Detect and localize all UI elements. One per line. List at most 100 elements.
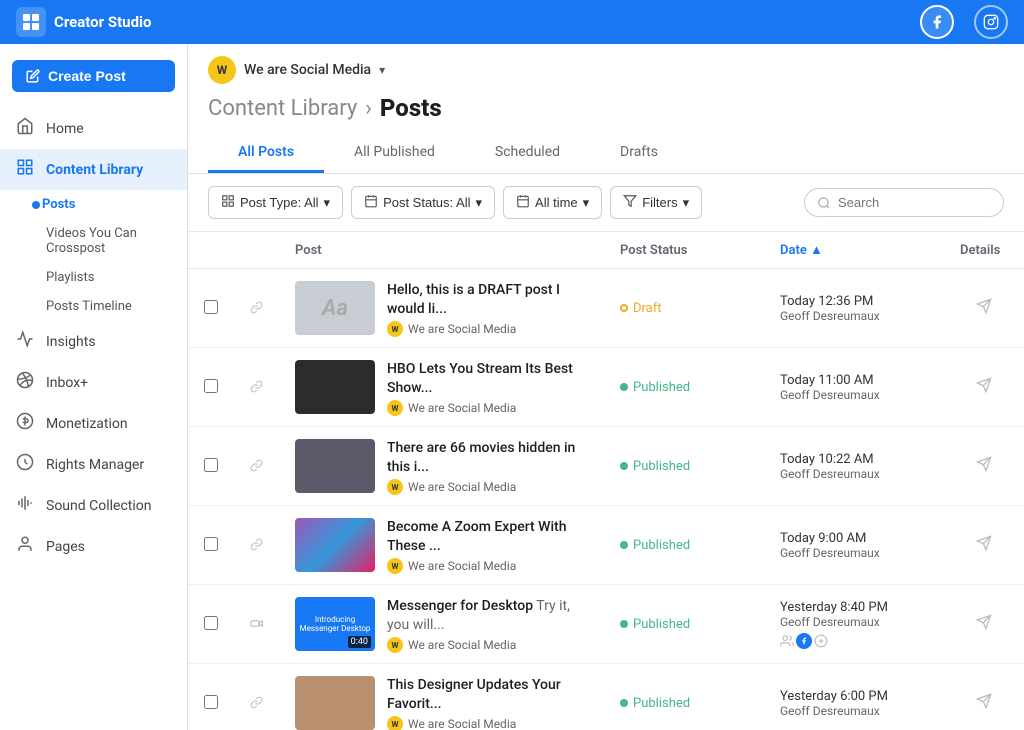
- post-date: Today 10:22 AM: [780, 452, 928, 467]
- sidebar-item-rights-manager[interactable]: Rights Manager: [0, 444, 187, 485]
- post-thumbnail: [295, 518, 375, 572]
- table-row: There are 66 movies hidden in this i... …: [188, 427, 1024, 506]
- toolbar: Post Type: All ▾ Post Status: All ▾: [188, 174, 1024, 232]
- checkbox-input[interactable]: [204, 616, 218, 630]
- account-dropdown-icon[interactable]: ▾: [379, 63, 385, 77]
- date-cell: Yesterday 6:00 PM Geoff Desreumaux: [764, 664, 944, 730]
- tab-scheduled[interactable]: Scheduled: [465, 134, 590, 173]
- post-author: Geoff Desreumaux: [780, 388, 928, 402]
- post-cell: IntroducingMessenger Desktop 0:40 Messen…: [279, 585, 604, 664]
- rights-manager-icon: [14, 453, 36, 476]
- send-icon: [976, 693, 992, 709]
- tab-drafts[interactable]: Drafts: [590, 134, 688, 173]
- row-checkbox[interactable]: [188, 348, 234, 427]
- details-cell[interactable]: [944, 585, 1024, 664]
- sidebar-sub-item-videos-crosspost[interactable]: Videos You Can Crosspost: [0, 219, 187, 263]
- row-checkbox[interactable]: [188, 506, 234, 585]
- search-input[interactable]: [838, 195, 988, 210]
- sidebar-sub-item-playlists[interactable]: Playlists: [0, 263, 187, 292]
- tab-drafts-label: Drafts: [620, 144, 658, 160]
- post-account: W We are Social Media: [387, 479, 588, 495]
- post-type-chevron: ▾: [324, 195, 331, 211]
- facebook-tab[interactable]: [920, 5, 954, 39]
- sidebar-item-content-library[interactable]: Content Library: [0, 149, 187, 190]
- row-checkbox[interactable]: [188, 427, 234, 506]
- table-row: Become A Zoom Expert With These ... W We…: [188, 506, 1024, 585]
- sub-item-posts-label: Posts: [42, 197, 75, 212]
- posts-table: Post Post Status Date ▲ Details Aa Hello…: [188, 232, 1024, 730]
- row-type-icon: [234, 664, 279, 730]
- post-info: HBO Lets You Stream Its Best Show... W W…: [387, 358, 588, 416]
- row-checkbox[interactable]: [188, 585, 234, 664]
- sidebar-sub-item-posts-timeline[interactable]: Posts Timeline: [0, 292, 187, 321]
- post-title: Become A Zoom Expert With These ...: [387, 516, 588, 554]
- row-type-icon: [234, 269, 279, 348]
- top-navigation: Creator Studio: [0, 0, 1024, 44]
- checkbox-input[interactable]: [204, 300, 218, 314]
- post-thumbnail: [295, 676, 375, 730]
- post-account: W We are Social Media: [387, 637, 588, 653]
- sidebar-item-monetization-label: Monetization: [46, 416, 128, 432]
- post-account: W We are Social Media: [387, 558, 588, 574]
- all-time-chevron: ▾: [583, 195, 590, 211]
- post-account-avatar: W: [387, 321, 403, 337]
- row-type-icon: [234, 585, 279, 664]
- breadcrumb: Content Library › Posts: [208, 94, 1004, 122]
- tab-all-posts[interactable]: All Posts: [208, 134, 324, 173]
- post-author: Geoff Desreumaux: [780, 309, 928, 323]
- brand-name: Creator Studio: [54, 13, 151, 31]
- row-checkbox[interactable]: [188, 664, 234, 730]
- sidebar-item-pages[interactable]: Pages: [0, 526, 187, 567]
- date-cell: Today 12:36 PM Geoff Desreumaux: [764, 269, 944, 348]
- post-account: W We are Social Media: [387, 321, 588, 337]
- post-status-filter[interactable]: Post Status: All ▾: [351, 186, 495, 219]
- sidebar-item-insights[interactable]: Insights: [0, 321, 187, 362]
- sound-collection-icon: [14, 494, 36, 517]
- post-thumbnail: Aa: [295, 281, 375, 335]
- search-icon: [817, 196, 831, 210]
- post-type-filter[interactable]: Post Type: All ▾: [208, 186, 343, 219]
- post-account-avatar: W: [387, 716, 403, 730]
- checkbox-input[interactable]: [204, 537, 218, 551]
- post-cell: There are 66 movies hidden in this i... …: [279, 427, 604, 506]
- account-selector[interactable]: W We are Social Media ▾: [208, 56, 1004, 84]
- post-status-chevron: ▾: [476, 195, 483, 211]
- post-account-name: We are Social Media: [408, 638, 516, 652]
- sidebar-sub-item-posts[interactable]: Posts: [0, 190, 187, 219]
- post-author: Geoff Desreumaux: [780, 704, 928, 718]
- post-thumbnail: [295, 360, 375, 414]
- extra-icons: [780, 633, 928, 649]
- all-time-filter[interactable]: All time ▾: [503, 186, 602, 219]
- details-cell[interactable]: [944, 269, 1024, 348]
- details-cell[interactable]: [944, 506, 1024, 585]
- checkbox-input[interactable]: [204, 695, 218, 709]
- search-box[interactable]: [804, 188, 1004, 217]
- sidebar-item-monetization[interactable]: Monetization: [0, 403, 187, 444]
- instagram-tab[interactable]: [974, 5, 1008, 39]
- create-post-button[interactable]: Create Post: [12, 60, 175, 92]
- checkbox-input[interactable]: [204, 458, 218, 472]
- post-author: Geoff Desreumaux: [780, 546, 928, 560]
- table-row: This Designer Updates Your Favorit... W …: [188, 664, 1024, 730]
- post-info: Become A Zoom Expert With These ... W We…: [387, 516, 588, 574]
- post-date: Today 12:36 PM: [780, 294, 928, 309]
- details-cell[interactable]: [944, 664, 1024, 730]
- filters-chevron: ▾: [683, 195, 690, 211]
- col-date[interactable]: Date ▲: [764, 232, 944, 269]
- sidebar-item-inbox[interactable]: Inbox+: [0, 362, 187, 403]
- col-post: Post: [279, 232, 604, 269]
- details-cell[interactable]: [944, 348, 1024, 427]
- tab-all-published[interactable]: All Published: [324, 134, 465, 173]
- filters-button[interactable]: Filters ▾: [610, 186, 702, 219]
- inbox-icon: [14, 371, 36, 394]
- send-icon: [976, 535, 992, 551]
- row-checkbox[interactable]: [188, 269, 234, 348]
- tab-scheduled-label: Scheduled: [495, 144, 560, 160]
- post-status-icon: [364, 194, 378, 211]
- post-title: Messenger for Desktop Try it, you will..…: [387, 595, 588, 633]
- sidebar-item-content-library-label: Content Library: [46, 162, 143, 178]
- sidebar-item-home[interactable]: Home: [0, 108, 187, 149]
- checkbox-input[interactable]: [204, 379, 218, 393]
- details-cell[interactable]: [944, 427, 1024, 506]
- sidebar-item-sound-collection[interactable]: Sound Collection: [0, 485, 187, 526]
